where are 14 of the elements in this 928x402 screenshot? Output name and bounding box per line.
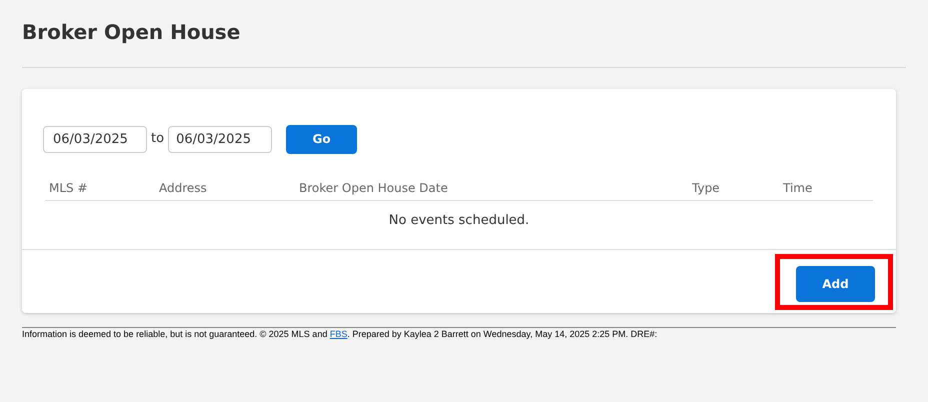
fbs-link[interactable]: FBS xyxy=(330,329,348,339)
page-title: Broker Open House xyxy=(22,19,242,45)
go-button[interactable]: Go xyxy=(286,124,358,154)
to-label: to xyxy=(151,130,164,148)
column-header: Type xyxy=(692,181,720,195)
add-button[interactable]: Add xyxy=(796,266,875,302)
to-date-field[interactable]: 06/03/2025 xyxy=(168,126,272,152)
disclaimer-text: Information is deemed to be reliable, but is not guaranteed. © 2025 MLS and FBS. Prepared by Kaylea 2 Barrett on Wednesday, May 14, 2025 2:25 PM. DRE#: xyxy=(22,329,658,340)
from-date-field[interactable]: 06/03/2025 xyxy=(43,126,147,152)
empty-table-message: No events scheduled. xyxy=(388,213,530,228)
column-header: Time xyxy=(783,181,812,195)
column-header: MLS # xyxy=(49,181,88,195)
column-header: Broker Open House Date xyxy=(299,181,448,195)
column-header: Address xyxy=(159,181,207,195)
